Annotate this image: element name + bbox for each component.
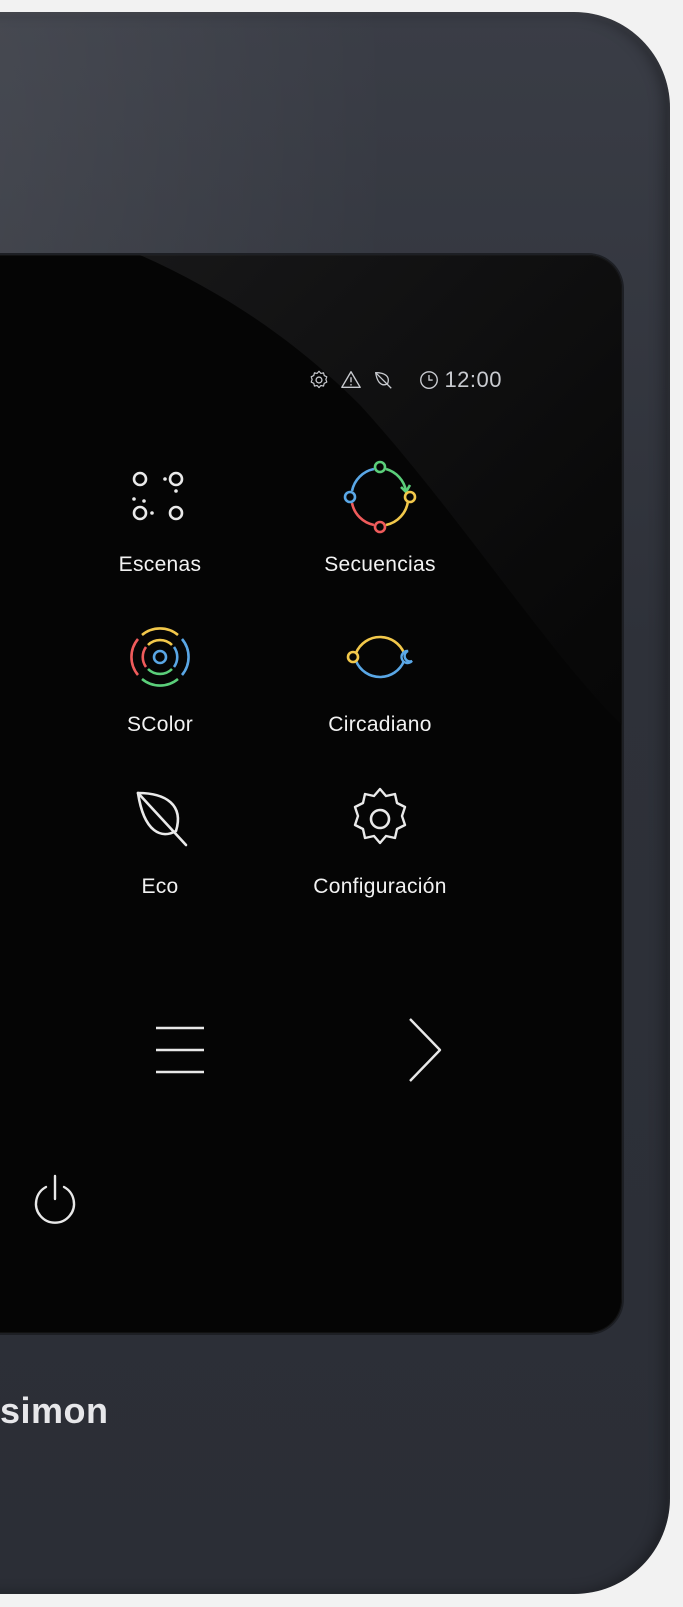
menu-item-label: Circadiano: [328, 713, 432, 736]
menu-item-circadiano[interactable]: Circadiano: [280, 615, 480, 737]
clock-icon: [420, 371, 439, 389]
status-bar: 12:00: [308, 367, 502, 393]
menu-item-escenas[interactable]: Escenas: [60, 455, 260, 577]
menu-item-label: Configuración: [313, 875, 447, 898]
hamburger-icon[interactable]: [150, 1020, 210, 1080]
clock-readout: 12:00: [418, 367, 502, 393]
clock-time: 12:00: [444, 367, 502, 392]
sequence-cycle-icon: [343, 460, 417, 534]
brand-logo-text: simon: [0, 1390, 109, 1431]
circadian-icon: [346, 635, 413, 679]
power-icon[interactable]: [30, 1173, 80, 1227]
menu-item-label: SColor: [127, 713, 193, 736]
chevron-right-icon[interactable]: [402, 1015, 446, 1085]
menu-item-scolor[interactable]: SColor: [60, 615, 260, 737]
menu-item-eco[interactable]: Eco: [60, 777, 260, 899]
menu-item-label: Escenas: [118, 553, 202, 576]
menu-item-configuracion[interactable]: Configuración: [280, 777, 480, 899]
scolor-rings-icon: [130, 627, 190, 687]
menu-item-label: Secuencias: [324, 553, 436, 576]
touch-screen: 12:00 Escenas Secuencias SColor Circadia…: [0, 255, 622, 1333]
menu-item-label: Eco: [141, 875, 179, 898]
leaf-icon: [136, 791, 188, 847]
warning-triangle-icon: [341, 371, 362, 389]
device-stage: 12:00 Escenas Secuencias SColor Circadia…: [0, 0, 683, 1607]
gear-outline-icon: [311, 370, 328, 389]
menu-item-secuencias[interactable]: Secuencias: [280, 455, 480, 577]
scenes-dots-icon: [132, 471, 184, 521]
eco-leaf-icon: [375, 372, 393, 389]
gear-icon: [353, 787, 407, 845]
